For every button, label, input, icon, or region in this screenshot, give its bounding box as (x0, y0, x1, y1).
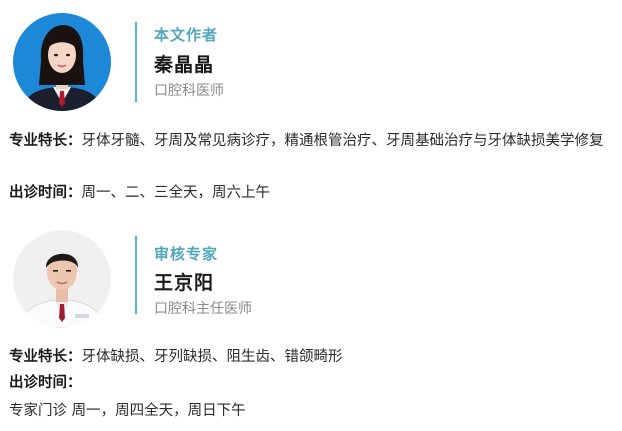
reviewer-name: 王京阳 (154, 272, 215, 294)
reviewer-specialty: 专业特长：牙体缺损、牙列缺损、阻生齿、错颌畸形 (9, 344, 613, 370)
author-specialty-label: 专业特长： (9, 133, 82, 149)
reviewer-photo-icon (13, 230, 111, 328)
author-title: 口腔科医师 (154, 83, 224, 99)
author-avatar (13, 13, 111, 111)
reviewer-role-label: 审核专家 (154, 245, 219, 263)
author-role-label: 本文作者 (154, 26, 219, 44)
reviewer-divider (135, 236, 137, 314)
author-hours: 出诊时间：周一、二、三全天，周六上午 (9, 180, 613, 206)
author-specialty-text: 牙体牙髓、牙周及常见病诊疗，精通根管治疗、牙周基础治疗与牙体缺损美学修复 (81, 133, 604, 149)
reviewer-specialty-text: 牙体缺损、牙列缺损、阻生齿、错颌畸形 (81, 349, 343, 365)
author-photo-icon (13, 13, 111, 111)
reviewer-clinic: 专家门诊 周一，周四全天，周日下午 (9, 403, 246, 419)
author-card: 本文作者 秦晶晶 口腔科医师 专业特长：牙体牙髓、牙周及常见病诊疗，精通根管治疗… (0, 0, 622, 212)
reviewer-card: 审核专家 王京阳 口腔科主任医师 专业特长：牙体缺损、牙列缺损、阻生齿、错颌畸形… (0, 222, 622, 431)
author-specialty: 专业特长：牙体牙髓、牙周及常见病诊疗，精通根管治疗、牙周基础治疗与牙体缺损美学修… (9, 128, 613, 154)
reviewer-title: 口腔科主任医师 (154, 301, 252, 317)
reviewer-specialty-label: 专业特长： (9, 349, 82, 365)
reviewer-avatar (13, 230, 111, 328)
author-hours-text: 周一、二、三全天，周六上午 (81, 185, 271, 201)
reviewer-hours: 出诊时间： (9, 370, 613, 396)
author-name: 秦晶晶 (154, 54, 215, 76)
reviewer-hours-label: 出诊时间： (9, 375, 82, 391)
author-divider (135, 22, 137, 102)
author-hours-label: 出诊时间： (9, 185, 82, 201)
